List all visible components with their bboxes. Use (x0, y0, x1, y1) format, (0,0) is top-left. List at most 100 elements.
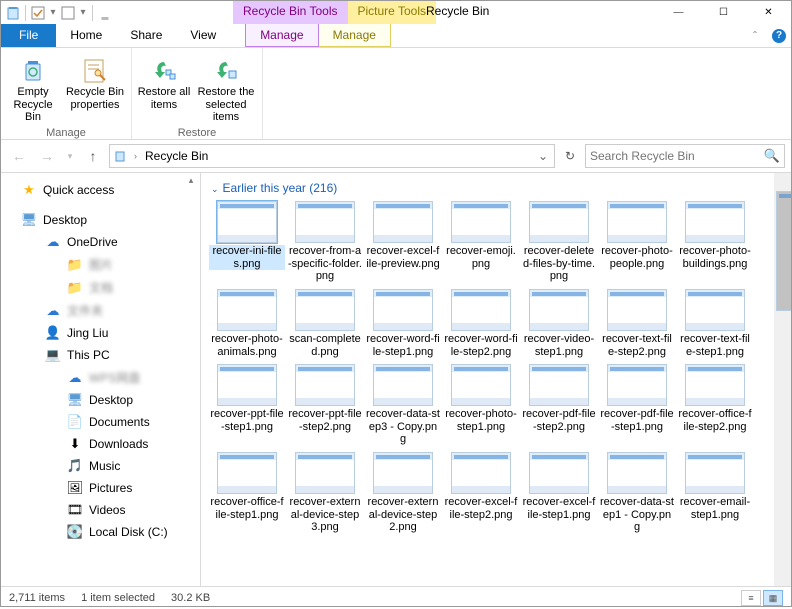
sidebar-onedrive-sub[interactable]: ☁文件夹 (1, 299, 200, 322)
sidebar-downloads[interactable]: ⬇Downloads (1, 433, 200, 455)
sidebar-this-pc[interactable]: 💻This PC (1, 344, 200, 366)
sidebar-onedrive-sub[interactable]: 📁文档 (1, 276, 200, 299)
sidebar-pictures[interactable]: 🖼Pictures (1, 477, 200, 499)
user-icon: 👤 (45, 325, 61, 341)
file-item[interactable]: recover-office-file-step1.png (209, 452, 285, 534)
status-bar: 2,711 items 1 item selected 30.2 KB ≡ ▦ (1, 586, 791, 609)
file-item[interactable]: scan-completed.png (287, 289, 363, 358)
qat-blank-icon[interactable] (60, 5, 76, 21)
file-item[interactable]: recover-from-a-specific-folder.png (287, 201, 363, 283)
tab-file[interactable]: File (1, 24, 56, 47)
file-item[interactable]: recover-pdf-file-step2.png (521, 364, 597, 446)
breadcrumb-item[interactable]: Recycle Bin (143, 149, 210, 163)
file-item[interactable]: recover-photo-buildings.png (677, 201, 753, 283)
sidebar-label: Jing Liu (67, 326, 108, 340)
file-item[interactable]: recover-deleted-files-by-time.png (521, 201, 597, 283)
help-button[interactable]: ? (767, 24, 791, 47)
search-icon[interactable]: 🔍 (764, 148, 780, 164)
file-item[interactable]: recover-word-file-step2.png (443, 289, 519, 358)
file-item[interactable]: recover-email-step1.png (677, 452, 753, 534)
group-header[interactable]: ⌄Earlier this year (216) (209, 179, 771, 201)
recycle-bin-properties-button[interactable]: Recycle Bin properties (63, 52, 127, 113)
close-button[interactable]: ✕ (746, 1, 791, 24)
sidebar-desktop[interactable]: 🖥Desktop (1, 209, 200, 231)
sidebar-wps[interactable]: ☁WPS网盘 (1, 366, 200, 389)
app-icon[interactable] (5, 5, 21, 21)
minimize-button[interactable]: — (656, 1, 701, 24)
file-item[interactable]: recover-word-file-step1.png (365, 289, 441, 358)
nav-forward-button[interactable]: → (35, 144, 59, 168)
file-item[interactable]: recover-video-step1.png (521, 289, 597, 358)
restore-all-button[interactable]: Restore all items (136, 52, 192, 113)
cloud-icon: ☁ (67, 370, 83, 386)
view-details-button[interactable]: ≡ (741, 590, 761, 606)
qat-dropdown-2[interactable]: ▾ (78, 5, 88, 21)
file-item[interactable]: recover-excel-file-preview.png (365, 201, 441, 283)
file-item[interactable]: recover-ppt-file-step1.png (209, 364, 285, 446)
search-input[interactable] (590, 149, 764, 163)
vertical-scrollbar[interactable] (774, 173, 791, 586)
file-thumbnail (529, 452, 589, 494)
navigation-pane[interactable]: ▴ ★Quick access 🖥Desktop ☁OneDrive 📁图片 📁… (1, 173, 201, 586)
sidebar-videos[interactable]: 🎞Videos (1, 499, 200, 521)
file-item[interactable]: recover-photo-step1.png (443, 364, 519, 446)
file-thumbnail (373, 364, 433, 406)
file-thumbnail (685, 201, 745, 243)
sidebar-user[interactable]: 👤 Jing Liu (1, 322, 200, 344)
sidebar-music[interactable]: 🎵Music (1, 455, 200, 477)
view-icons-button[interactable]: ▦ (763, 590, 783, 606)
file-item[interactable]: recover-excel-file-step1.png (521, 452, 597, 534)
tab-home[interactable]: Home (56, 24, 116, 47)
file-item[interactable]: recover-data-step1 - Copy.png (599, 452, 675, 534)
sidebar-label: OneDrive (67, 235, 118, 249)
file-item[interactable]: recover-photo-animals.png (209, 289, 285, 358)
sidebar-onedrive[interactable]: ☁OneDrive (1, 231, 200, 253)
qat-properties-icon[interactable] (30, 5, 46, 21)
file-item[interactable]: recover-data-step3 - Copy.png (365, 364, 441, 446)
sidebar-quick-access[interactable]: ★Quick access (1, 179, 200, 201)
maximize-button[interactable]: ☐ (701, 1, 746, 24)
file-name-label: recover-excel-file-step2.png (443, 496, 519, 521)
file-item[interactable]: recover-ppt-file-step2.png (287, 364, 363, 446)
tab-view[interactable]: View (176, 24, 230, 47)
empty-recycle-bin-button[interactable]: Empty Recycle Bin (5, 52, 61, 126)
qat-overflow[interactable]: ‗ (97, 5, 113, 21)
file-item[interactable]: recover-text-file-step1.png (677, 289, 753, 358)
sidebar-desktop-2[interactable]: 🖥Desktop (1, 389, 200, 411)
chevron-right-icon[interactable]: › (132, 151, 139, 161)
restore-selected-button[interactable]: Restore the selected items (194, 52, 258, 126)
file-item[interactable]: recover-ini-files.png (209, 201, 285, 283)
status-selected-count: 1 item selected (81, 592, 155, 604)
collapse-ribbon-button[interactable]: ˆ (743, 24, 767, 47)
context-tab-recycle-bin-tools[interactable]: Recycle Bin Tools (233, 1, 348, 24)
file-item[interactable]: recover-external-device-step3.png (287, 452, 363, 534)
tab-share[interactable]: Share (116, 24, 176, 47)
sidebar-documents[interactable]: 📄Documents (1, 411, 200, 433)
sidebar-label: This PC (67, 348, 110, 362)
qat-dropdown-1[interactable]: ▾ (48, 5, 58, 21)
address-bar[interactable]: › Recycle Bin ⌄ (109, 144, 555, 168)
tab-manage-picture[interactable]: Manage (319, 24, 391, 47)
tab-manage-recycle[interactable]: Manage (245, 24, 318, 47)
nav-back-button[interactable]: ← (7, 144, 31, 168)
scrollbar-thumb[interactable] (776, 191, 791, 311)
recycle-bin-icon (5, 54, 61, 86)
nav-recent-dropdown[interactable]: ▾ (63, 144, 77, 168)
folder-icon: 📁 (67, 257, 83, 273)
address-dropdown-icon[interactable]: ⌄ (534, 149, 552, 163)
sidebar-label: 图片 (89, 256, 113, 273)
file-item[interactable]: recover-emoji.png (443, 201, 519, 283)
search-box[interactable]: 🔍 (585, 144, 785, 168)
file-item[interactable]: recover-pdf-file-step1.png (599, 364, 675, 446)
file-item[interactable]: recover-excel-file-step2.png (443, 452, 519, 534)
file-item[interactable]: recover-text-file-step2.png (599, 289, 675, 358)
sidebar-onedrive-sub[interactable]: 📁 图片 (1, 253, 200, 276)
refresh-button[interactable]: ↻ (559, 145, 581, 167)
file-item[interactable]: recover-office-file-step2.png (677, 364, 753, 446)
file-item[interactable]: recover-photo-people.png (599, 201, 675, 283)
sidebar-local-disk-c[interactable]: 💽Local Disk (C:) (1, 521, 200, 543)
nav-up-button[interactable]: ↑ (81, 144, 105, 168)
context-tab-picture-tools[interactable]: Picture Tools (348, 1, 436, 24)
file-item[interactable]: recover-external-device-step2.png (365, 452, 441, 534)
scroll-up-icon[interactable]: ▴ (184, 175, 198, 189)
